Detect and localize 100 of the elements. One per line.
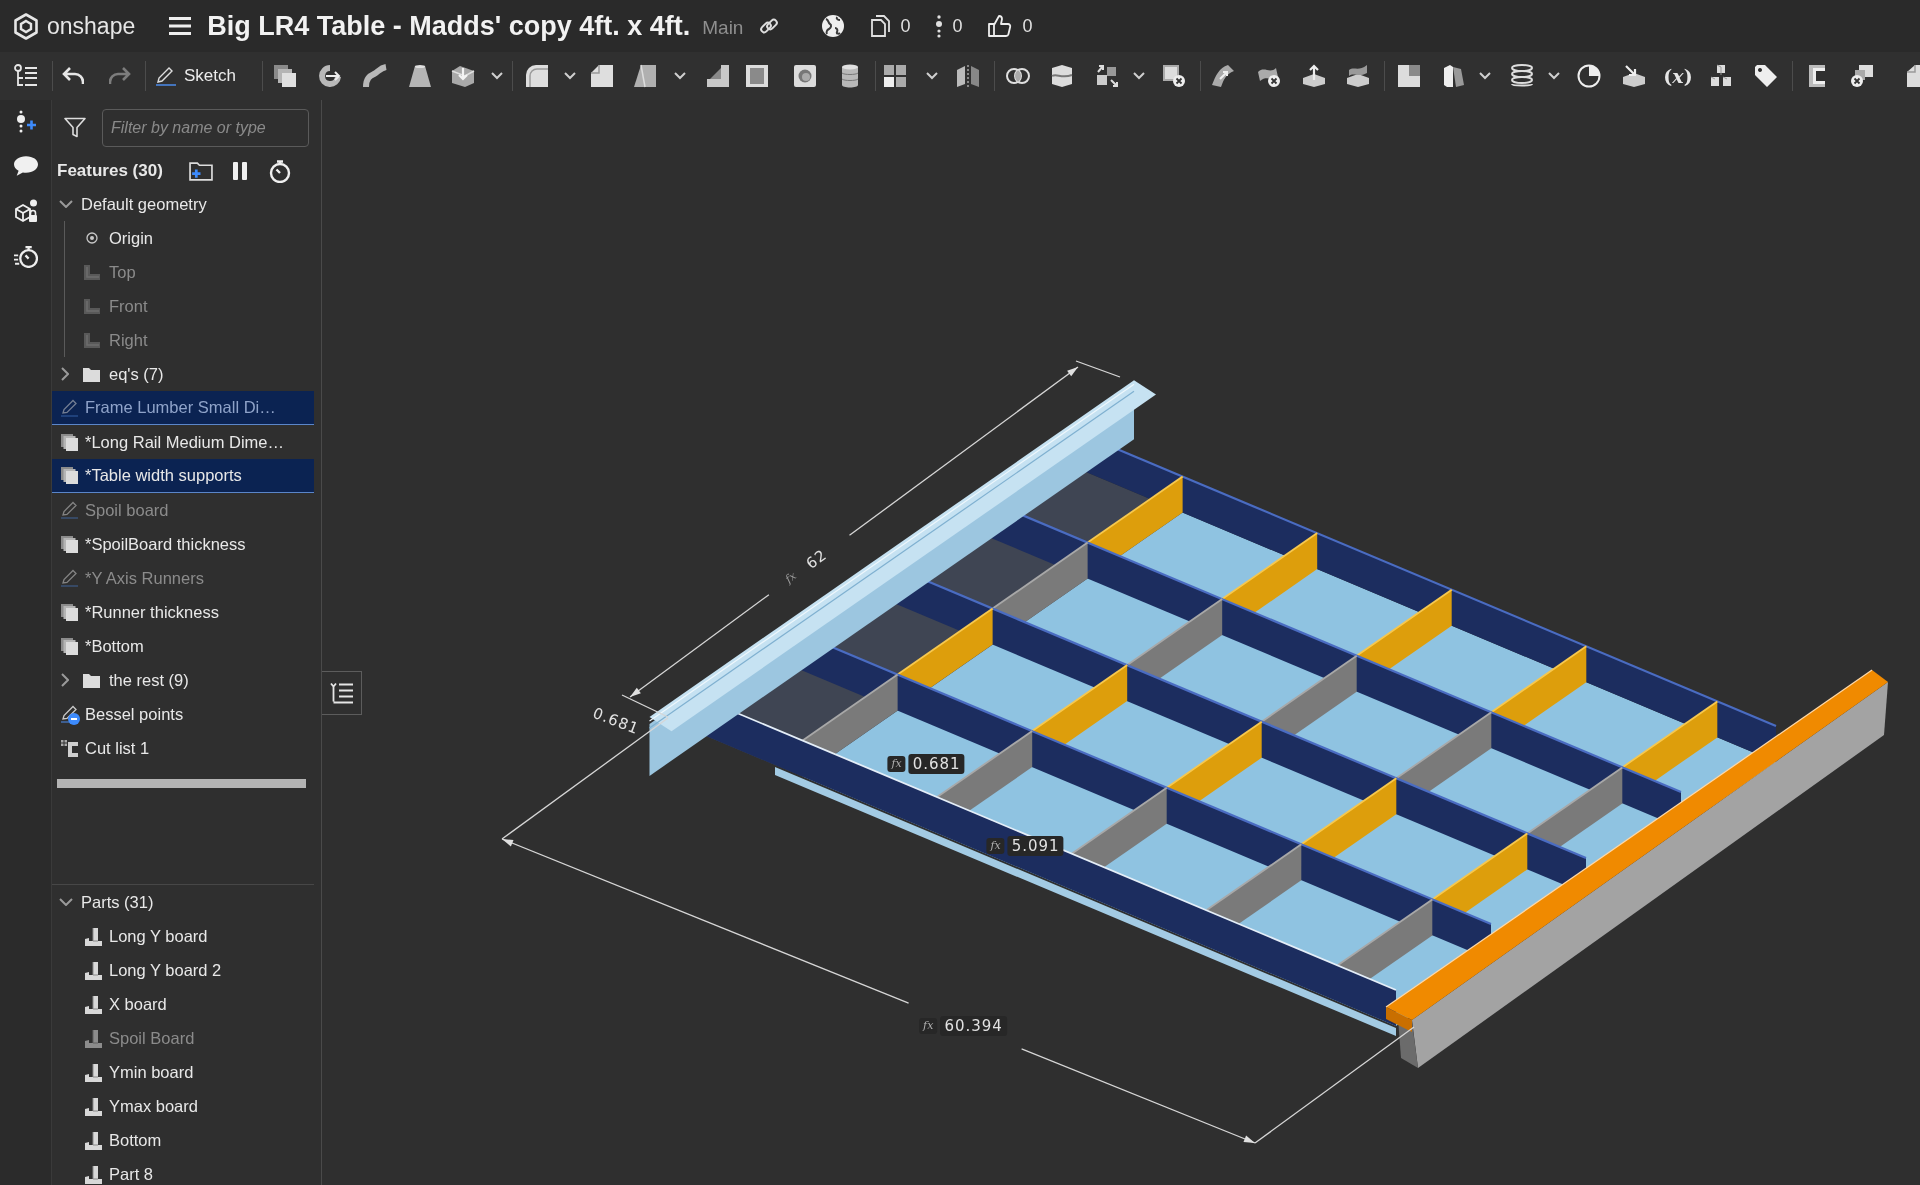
feature-item[interactable]: Frame Lumber Small Di… xyxy=(52,391,314,425)
dimension-value[interactable]: 0.681 xyxy=(908,754,965,774)
thumbs-up-icon[interactable] xyxy=(988,14,1013,38)
feature-item[interactable]: Spoil board xyxy=(52,493,314,527)
square-corner-icon[interactable] xyxy=(1397,64,1421,88)
feature-item[interactable]: *Bottom xyxy=(52,629,314,663)
menu-icon[interactable] xyxy=(169,17,192,35)
part-item[interactable]: Ymax board xyxy=(52,1095,314,1117)
filter-icon[interactable] xyxy=(64,117,86,138)
stacked-squares-icon xyxy=(61,433,78,451)
point-plus-icon[interactable] xyxy=(14,110,37,133)
caret-icon[interactable] xyxy=(926,72,938,80)
sketch-button[interactable]: Sketch xyxy=(156,59,246,93)
caret-icon[interactable] xyxy=(1479,72,1491,80)
link-icon[interactable] xyxy=(759,16,780,36)
feature-item[interactable]: *Y Axis Runners xyxy=(52,561,314,595)
rounded-block-icon[interactable] xyxy=(525,64,549,88)
dimension-value[interactable]: 60.394 xyxy=(940,1016,1007,1036)
l-block-icon xyxy=(84,1130,102,1150)
box-arrow-icon[interactable] xyxy=(451,64,475,88)
caret-icon[interactable] xyxy=(674,72,686,80)
chevron-icon[interactable] xyxy=(61,673,69,687)
feature-item[interactable]: *Runner thickness xyxy=(52,595,314,629)
chevron-icon[interactable] xyxy=(59,200,73,208)
variables-button[interactable]: (x) xyxy=(1662,61,1694,91)
stopwatch-icon[interactable] xyxy=(269,159,291,183)
part-item[interactable]: Ymin board xyxy=(52,1061,314,1083)
box-in-arrow-icon[interactable] xyxy=(1622,64,1646,88)
counter-value: 0 xyxy=(1022,15,1033,37)
pause-icon[interactable] xyxy=(233,162,247,180)
grid-squares-icon[interactable] xyxy=(883,64,907,88)
feature-item[interactable]: Top xyxy=(65,255,314,289)
feature-item[interactable]: the rest (9) xyxy=(52,663,314,697)
part-item[interactable]: Bottom xyxy=(52,1129,314,1151)
caret-icon[interactable] xyxy=(491,72,503,80)
squares-arrows-icon[interactable] xyxy=(1095,64,1119,88)
part-item[interactable]: X board xyxy=(52,993,314,1015)
feature-item[interactable]: Origin xyxy=(65,221,314,255)
part-item[interactable]: Spoil Board xyxy=(52,1027,314,1049)
stacked-squares-icon xyxy=(61,467,78,484)
l-shape-icon xyxy=(84,332,100,348)
tapered-block-icon[interactable] xyxy=(633,64,657,88)
corner-rib-icon[interactable] xyxy=(706,64,730,88)
vertical-dots-icon[interactable] xyxy=(936,14,943,38)
feature-item[interactable]: eq's (7) xyxy=(52,357,314,391)
chevron-icon[interactable] xyxy=(59,898,73,906)
box-x-icon[interactable] xyxy=(1162,64,1186,88)
globe-icon[interactable] xyxy=(821,14,846,38)
comment-icon[interactable] xyxy=(13,156,38,176)
documents-icon[interactable] xyxy=(871,15,891,37)
pie-icon[interactable] xyxy=(1577,64,1601,88)
logo-text[interactable]: onshape xyxy=(47,12,136,40)
pencil-icon[interactable] xyxy=(156,66,176,86)
twisted-plank-icon[interactable] xyxy=(1441,64,1465,88)
part-item[interactable]: Long Y board 2 xyxy=(52,959,314,981)
undo-icon[interactable] xyxy=(62,66,84,86)
counter-value: 0 xyxy=(952,15,963,37)
curved-pipe-icon[interactable] xyxy=(363,64,387,88)
box-sheet-icon[interactable] xyxy=(1346,64,1370,88)
crescent-arrow-icon[interactable] xyxy=(318,64,342,88)
feature-item[interactable]: Default geometry xyxy=(52,187,314,221)
feature-item[interactable]: *SpoilBoard thickness xyxy=(52,527,314,561)
branch-name[interactable]: Main xyxy=(702,17,744,39)
box-up-arrow-icon[interactable] xyxy=(1302,64,1326,88)
feature-item[interactable]: Right xyxy=(65,323,314,357)
cube-lock-icon[interactable] xyxy=(13,199,38,223)
part-item[interactable]: Long Y board xyxy=(52,925,314,947)
stacked-squares-icon[interactable] xyxy=(273,64,297,88)
logo-icon[interactable] xyxy=(14,12,38,40)
caret-icon[interactable] xyxy=(564,72,576,80)
part-item[interactable]: Part 8 xyxy=(52,1163,314,1185)
tag-icon[interactable] xyxy=(1754,64,1778,88)
feature-item[interactable]: Bessel points xyxy=(52,697,314,731)
stopwatch-icon[interactable] xyxy=(13,246,38,268)
caret-icon[interactable] xyxy=(1133,72,1145,80)
beveled-block-icon[interactable] xyxy=(590,64,614,88)
block-icon[interactable] xyxy=(1906,64,1920,88)
frustum-icon[interactable] xyxy=(408,64,432,88)
holed-box-icon[interactable] xyxy=(793,64,817,88)
list-icon[interactable] xyxy=(329,682,354,704)
hollow-box-icon[interactable] xyxy=(745,64,769,88)
boxes-x-icon[interactable] xyxy=(1850,64,1874,88)
dimension-value[interactable]: 5.091 xyxy=(1007,836,1064,856)
feature-item[interactable]: *Table width supports xyxy=(52,459,314,493)
dimension-value[interactable]: 62 xyxy=(803,546,830,572)
feature-item[interactable]: *Long Rail Medium Dime… xyxy=(52,425,314,459)
mirror-blocks-icon[interactable] xyxy=(956,64,980,88)
cubes-icon[interactable] xyxy=(1709,64,1733,88)
split-box-icon[interactable] xyxy=(1050,64,1074,88)
tree-list-icon[interactable] xyxy=(14,64,38,88)
chevron-icon[interactable] xyxy=(61,367,69,381)
feature-item[interactable]: Cut list 1 xyxy=(52,731,314,765)
filter-field[interactable]: Filter by name or type xyxy=(102,108,309,147)
caret-icon[interactable] xyxy=(1548,72,1560,80)
coil-icon[interactable] xyxy=(1510,64,1534,88)
feature-item[interactable]: Front xyxy=(65,289,314,323)
curved-face-arrow-icon[interactable] xyxy=(1211,64,1235,88)
panel-toggle-button[interactable] xyxy=(322,671,362,715)
parts-heading[interactable]: Parts (31) xyxy=(52,885,314,919)
folder-plus-icon[interactable] xyxy=(189,161,213,181)
